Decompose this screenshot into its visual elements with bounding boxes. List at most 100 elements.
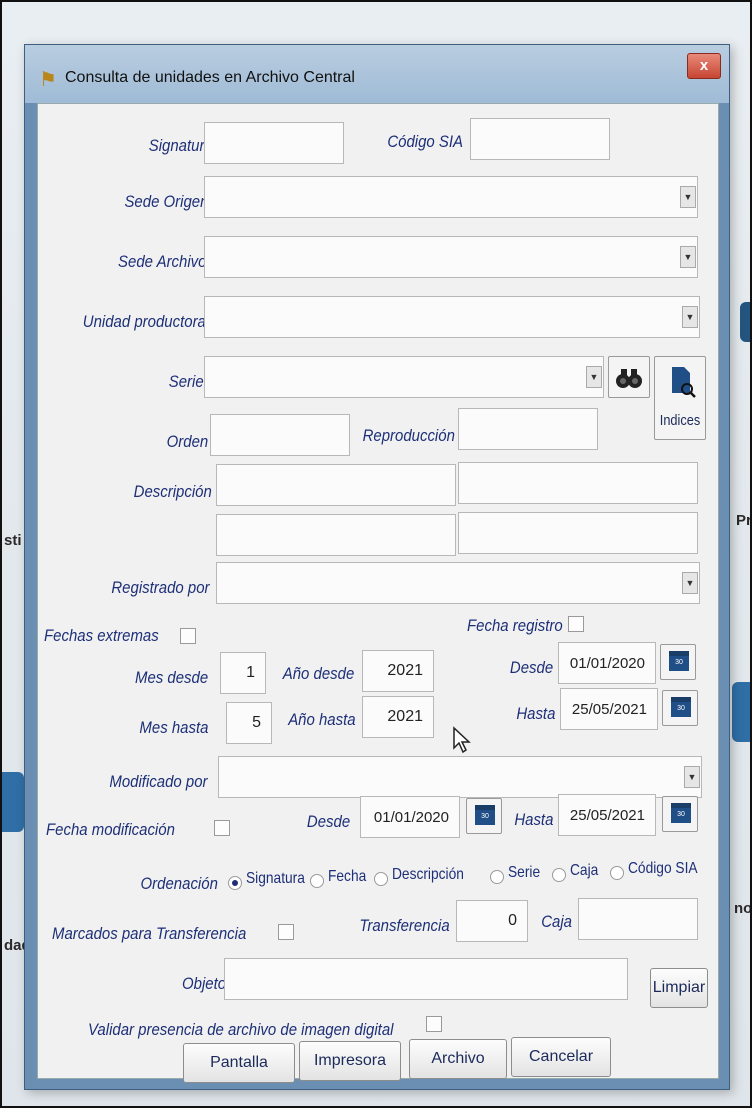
objeto-label: Objeto (181, 974, 226, 993)
indices-button[interactable]: Indices (654, 356, 706, 440)
radio-fecha[interactable] (310, 874, 324, 888)
descripcion-input-2[interactable] (458, 462, 698, 504)
chevron-down-icon[interactable]: ▼ (680, 186, 696, 208)
radio-serie[interactable] (490, 870, 504, 884)
registrado-por-label: Registrado por (111, 578, 210, 597)
calendar-icon: 30 (669, 651, 689, 671)
caja-input[interactable] (578, 898, 698, 940)
signatura-input[interactable] (204, 122, 344, 164)
anio-hasta-label: Año hasta (288, 710, 356, 729)
serie-label: Serie (169, 372, 204, 391)
validar-imagen-checkbox[interactable] (426, 1016, 442, 1032)
hasta-modificacion-input[interactable]: 25/05/2021 (558, 794, 656, 836)
modificado-por-label: Modificado por (109, 772, 208, 791)
radio-descripcion-label: Descripción (392, 866, 464, 883)
fecha-modificacion-checkbox[interactable] (214, 820, 230, 836)
desde-modificacion-calendar-button[interactable]: 30 (466, 798, 502, 834)
calendar-icon: 30 (671, 697, 691, 717)
desde-registro-label: Desde (509, 658, 553, 677)
modificado-por-select[interactable]: ▼ (218, 756, 702, 798)
background-text: sti (4, 532, 22, 549)
radio-caja[interactable] (552, 868, 566, 882)
validar-imagen-label: Validar presencia de archivo de imagen d… (88, 1020, 394, 1039)
chevron-down-icon[interactable]: ▼ (684, 766, 700, 788)
sede-archivo-select[interactable]: ▼ (204, 236, 698, 278)
indices-label: Indices (659, 412, 701, 429)
pantalla-button[interactable]: Pantalla (183, 1043, 295, 1083)
orden-label: Orden (166, 432, 208, 451)
anio-hasta-input[interactable]: 2021 (362, 696, 434, 738)
fecha-registro-checkbox[interactable] (568, 616, 584, 632)
desde-registro-calendar-button[interactable]: 30 (660, 644, 696, 680)
background-blob (2, 772, 24, 832)
app-icon: ⚑ (39, 69, 57, 91)
fechas-extremas-label: Fechas extremas (44, 626, 159, 645)
serie-select[interactable]: ▼ (204, 356, 604, 398)
mes-desde-input[interactable]: 1 (220, 652, 266, 694)
title-bar: ⚑ Consulta de unidades en Archivo Centra… (25, 45, 729, 103)
hasta-registro-input[interactable]: 25/05/2021 (560, 688, 658, 730)
radio-fecha-label: Fecha (328, 868, 367, 885)
mouse-cursor-icon (453, 726, 471, 754)
binoculars-icon (616, 369, 642, 388)
ordenacion-label: Ordenación (140, 874, 218, 893)
chevron-down-icon[interactable]: ▼ (680, 246, 696, 268)
caja-label: Caja (541, 912, 572, 931)
objeto-input[interactable] (224, 958, 628, 1000)
dialog-client-area: Signatura Código SIA Sede Origen ▼ Sede … (37, 103, 719, 1079)
sede-origen-select[interactable]: ▼ (204, 176, 698, 218)
descripcion-input-4[interactable] (458, 512, 698, 554)
fecha-registro-label: Fecha registro (467, 616, 563, 635)
desde-registro-input[interactable]: 01/01/2020 (558, 642, 656, 684)
impresora-button[interactable]: Impresora (299, 1041, 401, 1081)
hasta-registro-calendar-button[interactable]: 30 (662, 690, 698, 726)
dialog-title: Consulta de unidades en Archivo Central (65, 69, 355, 86)
radio-signatura-label: Signatura (246, 870, 305, 887)
radio-codigo-sia-label: Código SIA (628, 860, 698, 877)
reproduccion-input[interactable] (458, 408, 598, 450)
hasta-modificacion-calendar-button[interactable]: 30 (662, 796, 698, 832)
descripcion-input-1[interactable] (216, 464, 456, 506)
transferencia-label: Transferencia (359, 916, 450, 935)
codigo-sia-input[interactable] (470, 118, 610, 160)
descripcion-input-3[interactable] (216, 514, 456, 556)
search-button[interactable] (608, 356, 650, 398)
background-blob (732, 682, 750, 742)
desde-modificacion-label: Desde (306, 812, 350, 831)
radio-codigo-sia[interactable] (610, 866, 624, 880)
anio-desde-input[interactable]: 2021 (362, 650, 434, 692)
mes-hasta-label: Mes hasta (138, 718, 208, 737)
mes-desde-label: Mes desde (134, 668, 208, 687)
fechas-extremas-checkbox[interactable] (180, 628, 196, 644)
sede-origen-label: Sede Origen (124, 192, 208, 211)
chevron-down-icon[interactable]: ▼ (682, 572, 698, 594)
calendar-icon: 30 (475, 805, 495, 825)
reproduccion-label: Reproducción (362, 426, 455, 445)
background-text: no: (734, 900, 750, 917)
chevron-down-icon[interactable]: ▼ (682, 306, 698, 328)
marcados-transferencia-checkbox[interactable] (278, 924, 294, 940)
chevron-down-icon[interactable]: ▼ (586, 366, 602, 388)
mes-hasta-input[interactable]: 5 (226, 702, 272, 744)
descripcion-label: Descripción (133, 482, 212, 501)
transferencia-input[interactable]: 0 (456, 900, 528, 942)
background-blob (740, 302, 750, 342)
background-text: Pr (736, 512, 750, 529)
hasta-modificacion-label: Hasta (513, 810, 553, 829)
limpiar-button[interactable]: Limpiar (650, 968, 708, 1008)
fecha-modificacion-label: Fecha modificación (46, 820, 175, 839)
radio-signatura[interactable] (228, 876, 242, 890)
marcados-transferencia-label: Marcados para Transferencia (52, 924, 247, 943)
registrado-por-select[interactable]: ▼ (216, 562, 700, 604)
close-button[interactable]: x (687, 53, 721, 79)
cancelar-button[interactable]: Cancelar (511, 1037, 611, 1077)
sede-archivo-label: Sede Archivo (117, 252, 206, 271)
radio-descripcion[interactable] (374, 872, 388, 886)
hasta-registro-label: Hasta (515, 704, 555, 723)
radio-serie-label: Serie (508, 864, 541, 881)
desde-modificacion-input[interactable]: 01/01/2020 (360, 796, 460, 838)
archivo-button[interactable]: Archivo (409, 1039, 507, 1079)
orden-input[interactable] (210, 414, 350, 456)
document-search-icon (672, 367, 696, 398)
unidad-productora-select[interactable]: ▼ (204, 296, 700, 338)
